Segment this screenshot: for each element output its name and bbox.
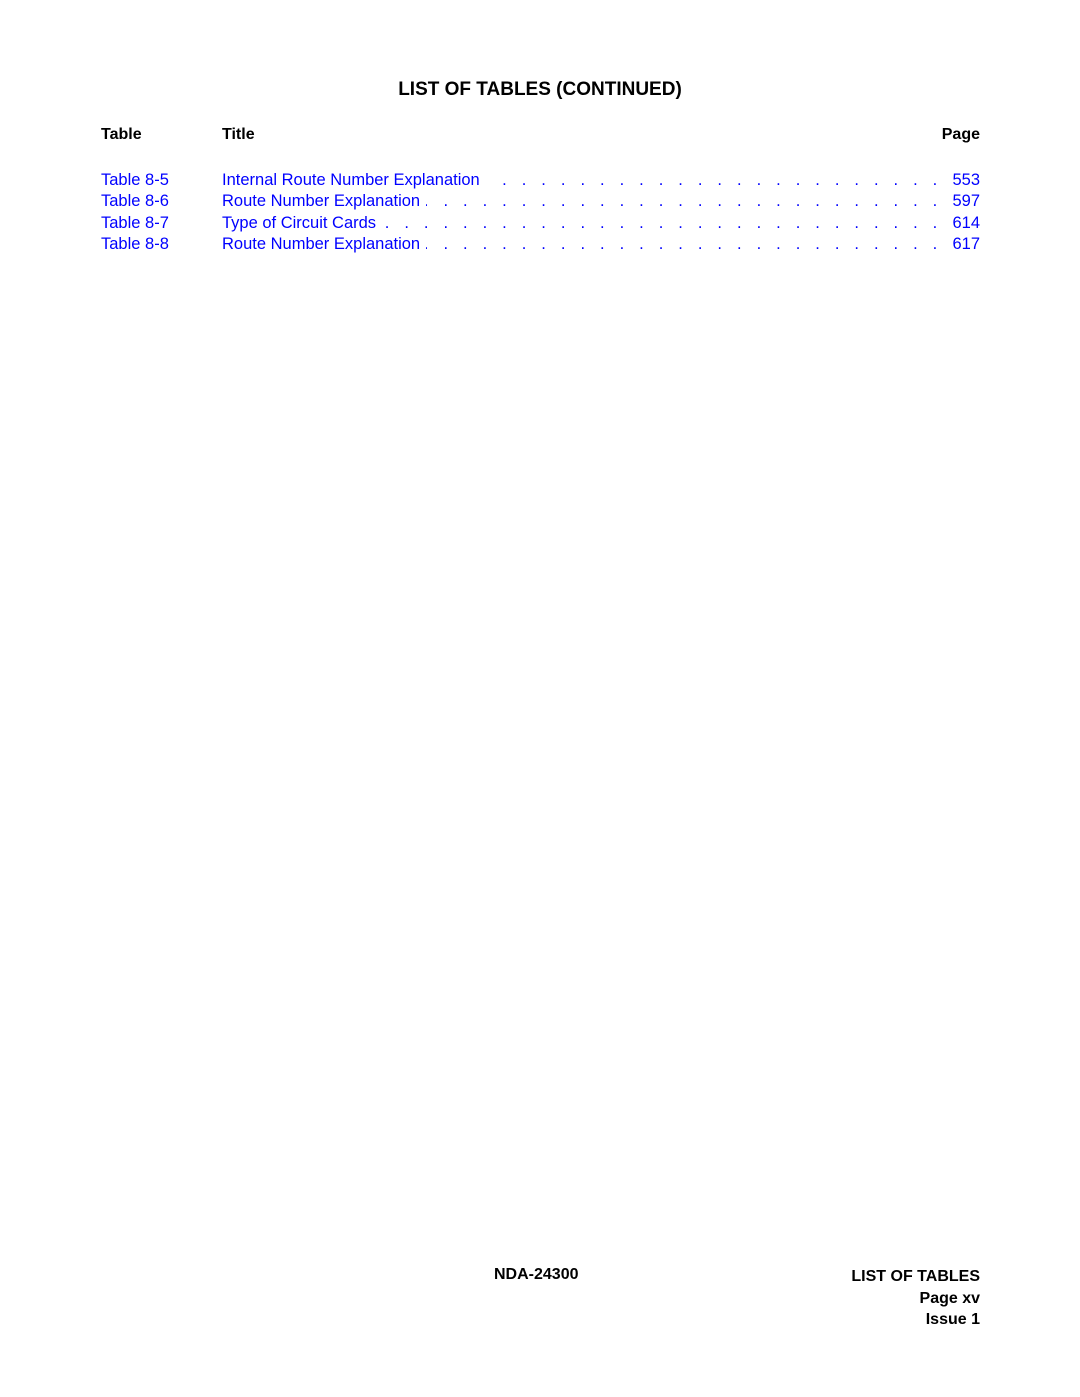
toc-entry-title[interactable]: Internal Route Number Explanation xyxy=(222,170,486,191)
footer-section: LIST OF TABLES xyxy=(851,1268,980,1285)
toc-entry[interactable]: Table 8-7 Type of Circuit Cards . . . . … xyxy=(101,213,980,234)
toc-entry-title[interactable]: Route Number Explanation xyxy=(222,234,426,255)
leader-dots: . . . . . . . . . . . . . . . . . . . . … xyxy=(382,213,943,232)
footer-issue: Issue 1 xyxy=(925,1311,980,1328)
toc-entry-page[interactable]: 617 xyxy=(942,234,980,255)
toc-entry-title[interactable]: Type of Circuit Cards xyxy=(222,213,382,234)
column-header-title: Title xyxy=(222,126,255,143)
toc-entry-title[interactable]: Route Number Explanation xyxy=(222,191,426,212)
toc-entry-page[interactable]: 614 xyxy=(942,213,980,234)
page-heading: LIST OF TABLES (CONTINUED) xyxy=(398,79,682,100)
toc-entry[interactable]: Table 8-6 Route Number Explanation . . .… xyxy=(101,191,980,212)
toc-entry-label[interactable]: Table 8-7 xyxy=(101,213,169,234)
leader-dots: . . . . . . . . . . . . . . . . . . . . … xyxy=(426,192,943,211)
footer-page-number: Page xv xyxy=(919,1289,980,1307)
footer-doc-number: NDA-24300 xyxy=(494,1266,579,1283)
table-of-contents-list: Table 8-5 Internal Route Number Explanat… xyxy=(101,170,980,255)
column-header-table: Table xyxy=(101,126,142,143)
toc-entry-label[interactable]: Table 8-5 xyxy=(101,170,169,191)
footer-info: LIST OF TABLES Page xv Issue 1 xyxy=(851,1266,980,1331)
toc-entry[interactable]: Table 8-5 Internal Route Number Explanat… xyxy=(101,170,980,191)
leader-dots: . . . . . . . . . . . . . . . . . . . . … xyxy=(426,234,943,253)
column-header-page: Page xyxy=(941,126,980,143)
toc-entry-page[interactable]: 597 xyxy=(942,191,980,212)
leader-dots: . . . . . . . . . . . . . . . . . . . . … xyxy=(486,171,943,189)
toc-entry[interactable]: Table 8-8 Route Number Explanation . . .… xyxy=(101,234,980,255)
toc-entry-page[interactable]: 553 xyxy=(942,170,980,191)
toc-entry-label[interactable]: Table 8-8 xyxy=(101,234,169,255)
toc-entry-label[interactable]: Table 8-6 xyxy=(101,191,169,212)
